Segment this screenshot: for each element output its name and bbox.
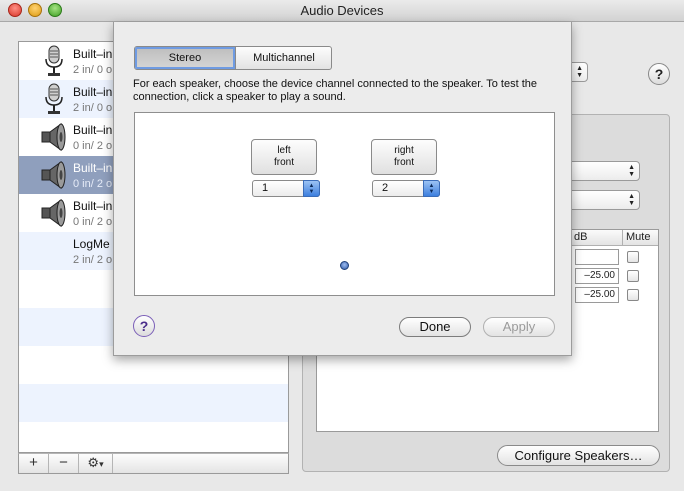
apply-button[interactable]: Apply	[483, 317, 555, 337]
channel-value: 1	[262, 182, 269, 194]
up-down-arrows-icon: ▲ ▼	[628, 193, 635, 207]
up-down-arrows-icon: ▲ ▼	[628, 164, 635, 178]
remove-device-button[interactable]: −	[49, 454, 79, 473]
mute-checkbox[interactable]	[627, 251, 639, 263]
empty-row	[19, 384, 288, 422]
left-front-speaker-button[interactable]: left front	[251, 139, 317, 175]
device-name: Built–in	[73, 85, 113, 99]
mute-checkbox[interactable]	[627, 289, 639, 301]
configure-speakers-button[interactable]: Configure Speakers…	[497, 445, 660, 466]
speaker-icon	[41, 199, 66, 227]
window-title: Audio Devices	[300, 3, 384, 18]
device-channels: 0 in/ 2 o	[73, 216, 113, 228]
microphone-icon	[45, 45, 63, 76]
configure-speakers-sheet: Stereo Multichannel For each speaker, ch…	[113, 22, 572, 356]
column-header-mute: Mute	[626, 231, 651, 243]
chevron-down-icon: ▾	[99, 459, 104, 469]
device-channels: 0 in/ 2 o	[73, 178, 113, 190]
tab-stereo[interactable]: Stereo	[135, 47, 235, 69]
device-channels: 2 in/ 0 o	[73, 64, 113, 76]
db-input[interactable]: –25.00	[575, 287, 619, 303]
left-front-channel-select[interactable]: 1 ▲ ▼	[252, 180, 320, 197]
gear-menu-button[interactable]: ⚙▾	[79, 454, 113, 473]
bit-depth-select[interactable]: t ▲▼	[560, 190, 640, 210]
device-list-toolbar: + − ⚙▾	[18, 453, 289, 474]
speaker-icon	[41, 161, 66, 189]
device-channels: 0 in/ 2 o	[73, 140, 113, 152]
help-button[interactable]: ?	[648, 63, 670, 85]
sheet-help-button[interactable]: ?	[133, 315, 155, 337]
up-down-arrows-icon: ▲ ▼	[303, 180, 320, 197]
speaker-label-line1: left	[277, 145, 291, 156]
device-name: Built–in	[73, 47, 113, 61]
column-divider	[622, 230, 623, 246]
device-channels: 2 in/ 2 o	[73, 254, 113, 266]
title-bar: Audio Devices	[0, 0, 684, 22]
speaker-layout-area: left front 1 ▲ ▼ right front 2 ▲ ▼	[134, 112, 555, 296]
right-front-channel-select[interactable]: 2 ▲ ▼	[372, 180, 440, 197]
mute-checkbox[interactable]	[627, 270, 639, 282]
device-name: LogMe	[73, 237, 110, 251]
up-down-arrows-icon: ▲ ▼	[423, 180, 440, 197]
speaker-mode-segmented-control: Stereo Multichannel	[134, 46, 332, 70]
channel-value: 2	[382, 182, 389, 194]
gear-icon: ⚙	[87, 455, 100, 470]
db-input[interactable]: –25.00	[575, 268, 619, 284]
speaker-label-line2: front	[273, 157, 294, 168]
device-name: Built–in	[73, 161, 113, 175]
tab-multichannel[interactable]: Multichannel	[236, 47, 331, 69]
add-device-button[interactable]: +	[19, 454, 49, 473]
speaker-label-line1: right	[394, 145, 414, 156]
speaker-label-line2: front	[393, 157, 414, 168]
right-front-speaker-button[interactable]: right front	[371, 139, 437, 175]
device-name: Built–in	[73, 123, 113, 137]
microphone-icon	[45, 83, 63, 114]
column-header-db: dB	[574, 231, 588, 243]
audio-devices-window: Audio Devices Built–in 2 in/ 0 o Built–i…	[0, 0, 684, 491]
device-name: Built–in	[73, 199, 113, 213]
instruction-text: For each speaker, choose the device chan…	[133, 78, 538, 103]
up-down-arrows-icon: ▲ ▼	[576, 65, 583, 79]
format-select[interactable]: ▲ ▼	[560, 161, 640, 181]
listener-position-icon	[340, 261, 349, 270]
done-button[interactable]: Done	[399, 317, 471, 337]
device-channels: 2 in/ 0 o	[73, 102, 113, 114]
speaker-icon	[41, 123, 66, 151]
db-input[interactable]	[575, 249, 619, 265]
